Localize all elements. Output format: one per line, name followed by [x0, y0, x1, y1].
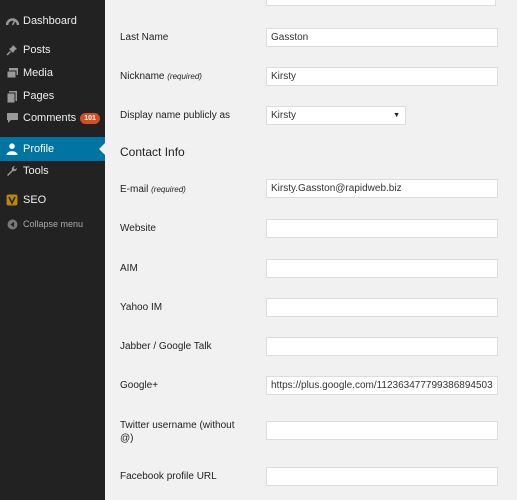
email-label: E-mail (required): [120, 183, 186, 196]
website-label: Website: [120, 223, 156, 234]
seo-icon: [5, 192, 19, 208]
nickname-label-text: Nickname: [120, 71, 165, 82]
sidebar-item-label: Tools: [23, 165, 49, 177]
dashboard-icon: [5, 13, 19, 29]
sidebar-item-label: Collapse menu: [23, 219, 84, 229]
sidebar-item-dashboard[interactable]: Dashboard: [0, 9, 105, 33]
first-name-field[interactable]: [266, 0, 496, 6]
wrench-icon: [5, 163, 19, 179]
website-field[interactable]: [266, 219, 498, 238]
pages-icon: [5, 88, 19, 104]
required-marker: (required): [167, 72, 202, 81]
last-name-label: Last Name: [120, 32, 169, 43]
comment-icon: [5, 110, 19, 126]
yahoo-field[interactable]: [266, 298, 498, 317]
aim-label: AIM: [120, 263, 138, 274]
display-name-label: Display name publicly as: [120, 110, 231, 121]
sidebar-item-posts[interactable]: Posts: [0, 38, 105, 62]
email-field[interactable]: Kirsty.Gasston@rapidweb.biz: [266, 179, 498, 198]
media-icon: [5, 65, 19, 81]
display-name-select[interactable]: Kirsty ▼: [266, 106, 406, 125]
dropdown-arrow-icon: ▼: [393, 112, 400, 119]
collapse-menu-button[interactable]: Collapse menu: [0, 212, 105, 236]
sidebar-item-label: SEO: [23, 194, 47, 206]
sidebar-item-label: Dashboard: [23, 15, 77, 27]
twitter-label: Twitter username (without @): [120, 420, 235, 444]
user-icon: [5, 141, 19, 157]
sidebar-item-label: Profile: [23, 143, 55, 155]
email-label-text: E-mail: [120, 184, 149, 195]
jabber-label: Jabber / Google Talk: [120, 341, 212, 352]
aim-field[interactable]: [266, 259, 498, 278]
sidebar-item-comments[interactable]: Comments 101: [0, 106, 105, 130]
yahoo-label: Yahoo IM: [120, 302, 163, 313]
sidebar-item-media[interactable]: Media: [0, 61, 105, 85]
sidebar-item-label-wrap: Comments 101: [23, 106, 100, 130]
facebook-field[interactable]: [266, 467, 498, 486]
sidebar-item-pages[interactable]: Pages: [0, 84, 105, 108]
profile-form: Last Name Gasston Nickname (required) Ki…: [105, 0, 517, 500]
last-name-field[interactable]: Gasston: [266, 28, 498, 47]
admin-sidebar: Dashboard Posts Media Pages Comments 101 …: [0, 0, 105, 500]
google-plus-field[interactable]: https://plus.google.com/1123634777993868…: [266, 376, 498, 395]
sidebar-item-tools[interactable]: Tools: [0, 159, 105, 183]
sidebar-item-label: Comments: [23, 112, 77, 124]
sidebar-item-profile[interactable]: Profile: [0, 137, 105, 161]
display-name-selected-value: Kirsty: [271, 110, 296, 121]
comment-count-badge: 101: [80, 113, 100, 124]
nickname-label: Nickname (required): [120, 70, 202, 83]
jabber-field[interactable]: [266, 337, 498, 356]
pin-icon: [5, 42, 19, 58]
contact-info-heading: Contact Info: [120, 145, 185, 159]
twitter-field[interactable]: [266, 421, 498, 440]
sidebar-item-seo[interactable]: SEO: [0, 188, 105, 212]
collapse-icon: [5, 216, 19, 232]
google-plus-label: Google+: [120, 380, 159, 391]
nickname-field[interactable]: Kirsty: [266, 67, 498, 86]
required-marker: (required): [151, 185, 186, 194]
sidebar-item-label: Pages: [23, 90, 55, 102]
sidebar-item-label: Posts: [23, 44, 51, 56]
facebook-label: Facebook profile URL: [120, 471, 217, 482]
sidebar-item-label: Media: [23, 67, 53, 79]
